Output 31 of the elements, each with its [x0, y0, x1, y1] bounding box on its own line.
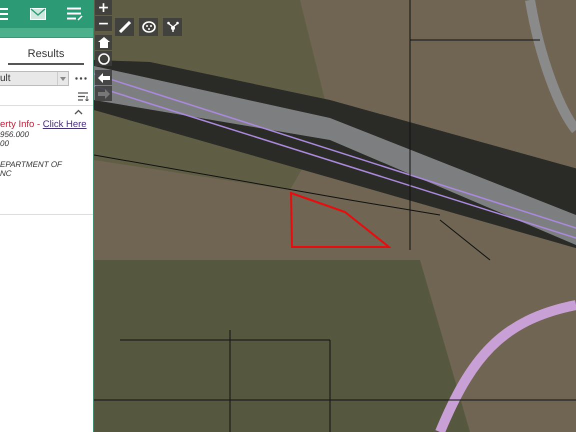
zoom-in-button[interactable]: + — [95, 0, 112, 15]
result-title: erty Info — [0, 119, 34, 130]
more-icon[interactable] — [75, 77, 87, 80]
palette-button[interactable] — [139, 18, 158, 36]
layer-dropdown[interactable]: ult — [0, 71, 69, 86]
circle-icon — [98, 52, 110, 64]
right-arrow-icon — [98, 88, 110, 98]
back-button[interactable] — [95, 70, 112, 85]
home-button[interactable] — [95, 35, 112, 50]
attribute-text: 956.000 — [0, 131, 30, 139]
caret-icon — [60, 76, 66, 80]
share-button[interactable] — [163, 18, 182, 36]
list-icon[interactable] — [67, 7, 83, 21]
separator-text: - — [36, 119, 42, 130]
attribute-text: NC — [0, 170, 13, 178]
branch-icon — [166, 21, 178, 33]
measure-button[interactable] — [115, 18, 134, 36]
palette-icon — [142, 21, 156, 33]
ruler-icon — [118, 21, 130, 33]
click-here-link[interactable]: Click Here — [42, 119, 87, 130]
left-arrow-icon — [98, 72, 110, 82]
envelope-icon[interactable] — [30, 8, 46, 20]
zoom-out-button[interactable]: − — [95, 16, 112, 31]
attribute-text: 00 — [0, 140, 10, 148]
locate-button[interactable] — [95, 51, 112, 66]
sort-icon[interactable] — [78, 92, 89, 101]
attribute-text: EPARTMENT OF — [0, 161, 64, 169]
menu-icon[interactable] — [0, 7, 8, 21]
chevron-icon[interactable] — [74, 109, 83, 115]
house-icon — [98, 37, 110, 48]
results-tab[interactable]: Results — [8, 46, 84, 65]
